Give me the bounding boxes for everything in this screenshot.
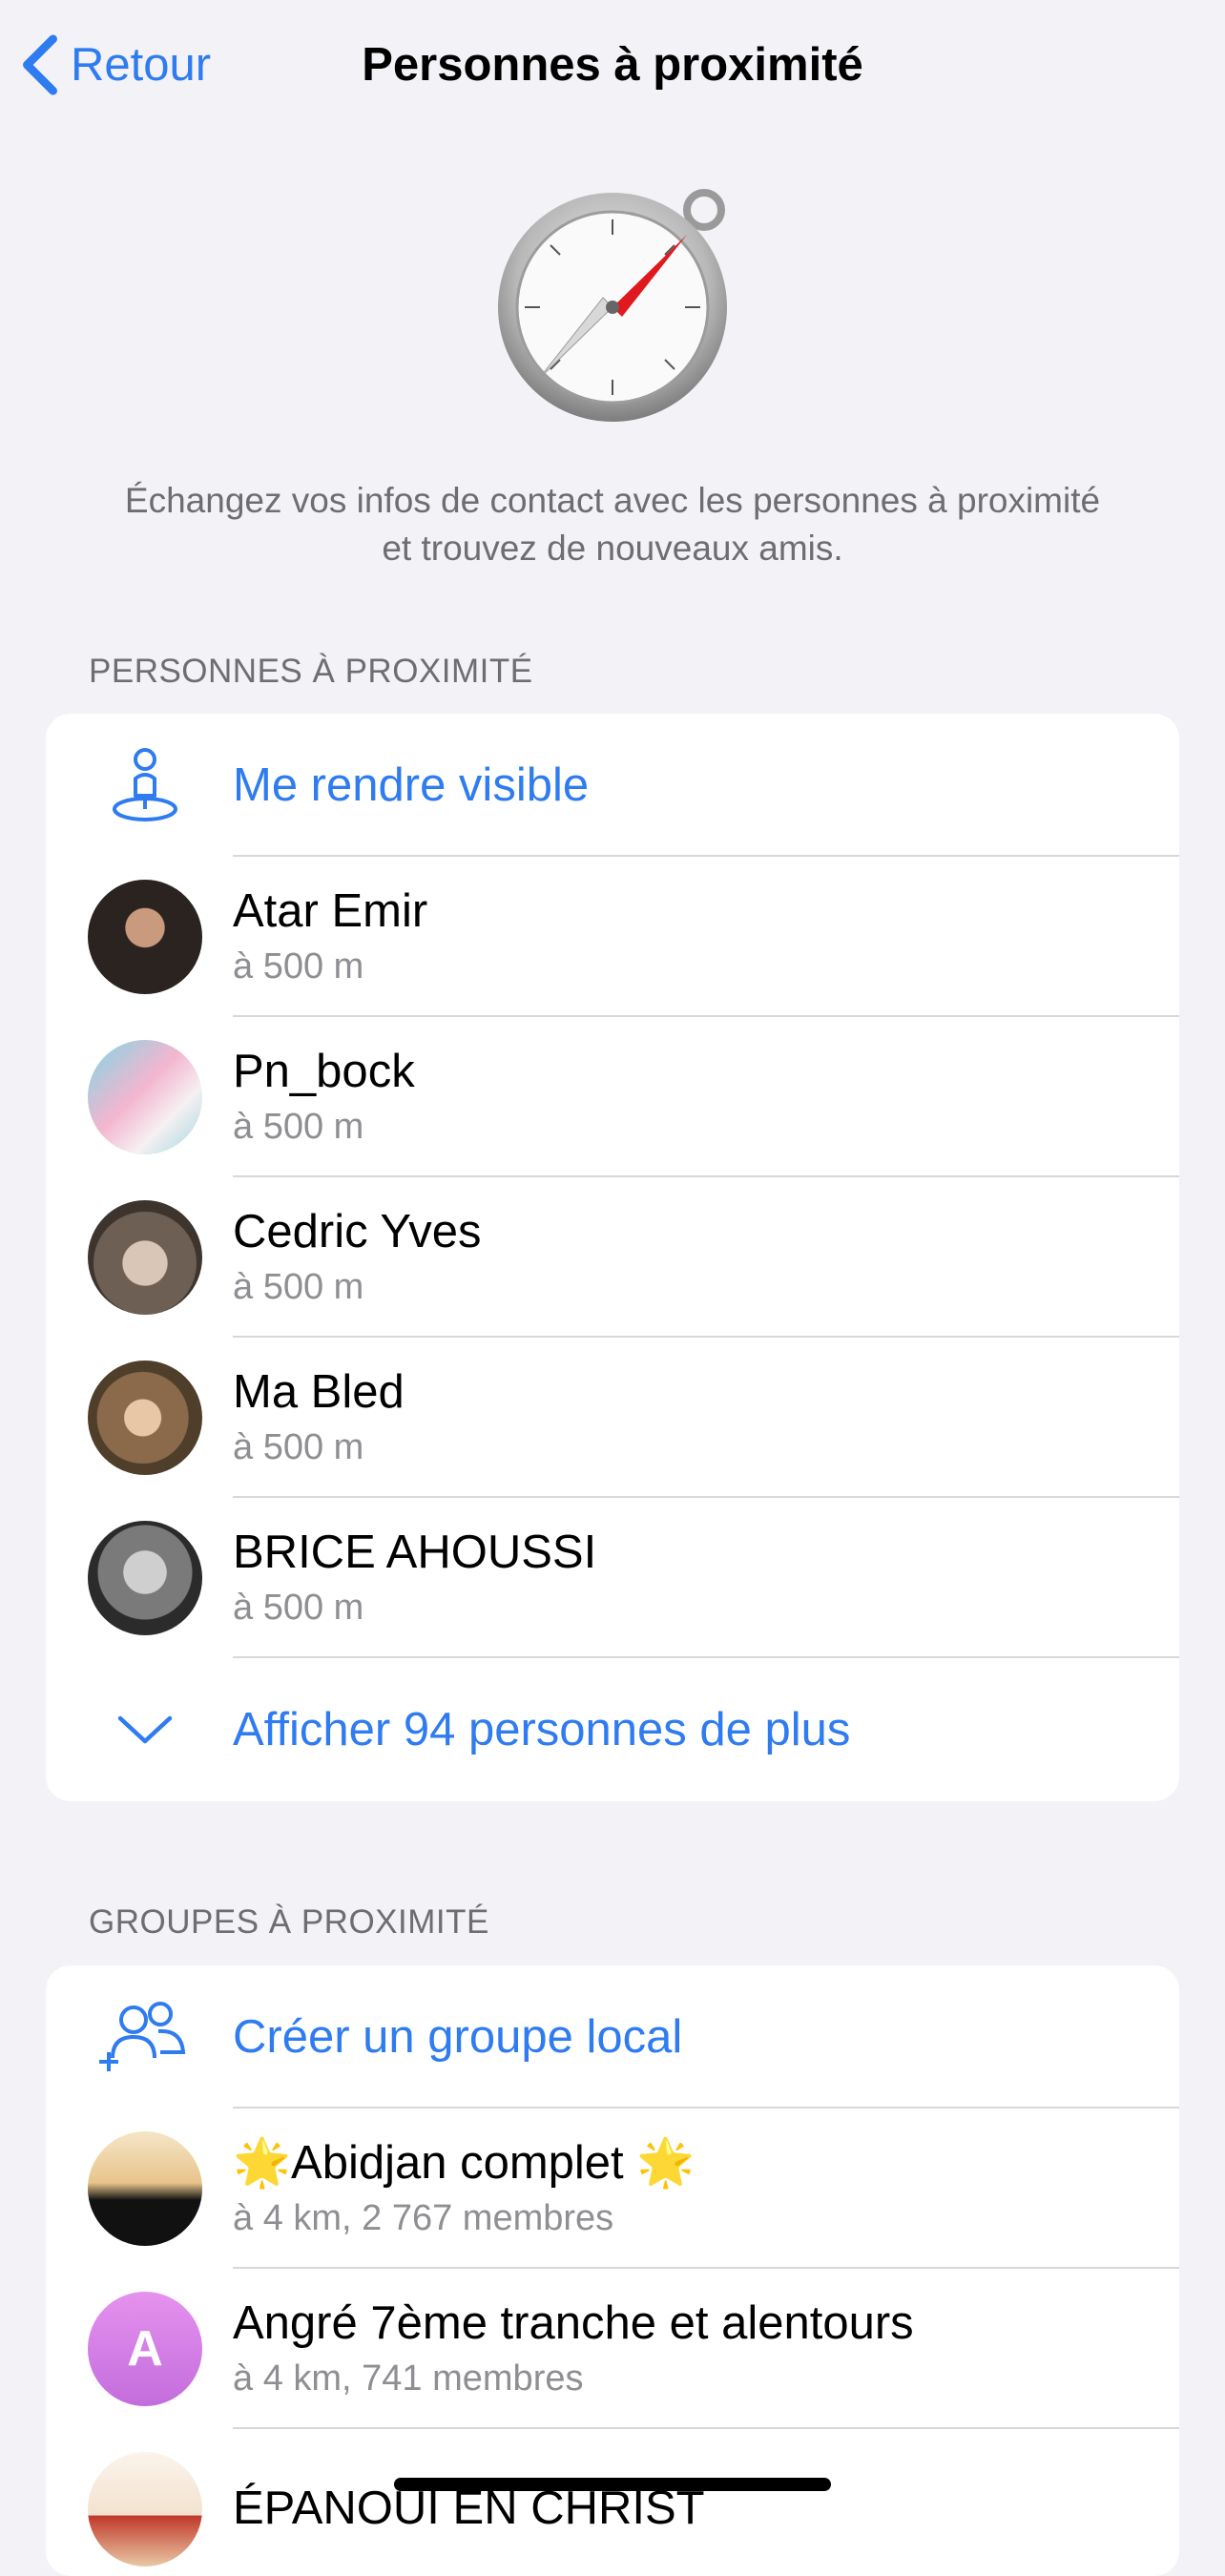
name-first: BRICE: [233, 1527, 376, 1578]
group-name: Angré 7ème tranche et alentours: [233, 2297, 914, 2349]
make-visible-label: Me rendre visible: [233, 759, 590, 811]
person-distance: à 500 m: [233, 946, 364, 987]
person-distance: à 500 m: [233, 1267, 364, 1307]
group-info: à 4 km, 2 767 membres: [233, 2198, 614, 2238]
name-first: Cedric: [233, 1206, 368, 1257]
avatar: [88, 1361, 202, 1475]
show-more-label: Afficher 94 personnes de plus: [233, 1704, 851, 1755]
icon-slot: [46, 2452, 233, 2566]
avatar: [88, 1200, 202, 1315]
icon-slot: [46, 1361, 233, 1475]
name-first: Ma Bled: [233, 1366, 405, 1418]
person-name: BRICE AHOUSSI: [233, 1524, 596, 1581]
name-first: Pn_bock: [233, 1046, 415, 1097]
text-block: 🌟Abidjan complet 🌟 à 4 km, 2 767 membres: [233, 2134, 695, 2243]
text-block: Cedric Yves à 500 m: [233, 1203, 482, 1312]
icon-slot: A: [46, 2292, 233, 2406]
person-name: Ma Bled: [233, 1363, 405, 1421]
avatar: [88, 1521, 202, 1635]
text-block: Atar Emir à 500 m: [233, 883, 427, 991]
intro-text: Échangez vos infos de contact avec les p…: [124, 481, 1101, 568]
compass-icon: [498, 189, 727, 422]
group-name: 🌟Abidjan complet 🌟: [233, 2137, 696, 2189]
icon-slot: [46, 1713, 233, 1747]
location-person-icon: [113, 748, 177, 821]
person-row[interactable]: Ma Bled à 500 m: [46, 1338, 1179, 1498]
person-distance: à 500 m: [233, 1107, 364, 1147]
icon-slot: [46, 746, 233, 824]
avatar: [88, 2131, 202, 2246]
text-block: Pn_bock à 500 m: [233, 1043, 415, 1152]
group-row[interactable]: 🌟Abidjan complet 🌟 à 4 km, 2 767 membres: [46, 2109, 1179, 2269]
icon-slot: [46, 2131, 233, 2246]
person-distance: à 500 m: [233, 1427, 364, 1467]
person-name: Cedric Yves: [233, 1203, 482, 1260]
avatar: [88, 880, 202, 994]
icon-slot: [46, 1040, 233, 1154]
chevron-down-icon: [117, 1715, 173, 1744]
icon-slot: [46, 1200, 233, 1315]
navigation-bar: Retour Personnes à proximité: [0, 0, 1225, 128]
text-block: Angré 7ème tranche et alentours à 4 km, …: [233, 2295, 914, 2403]
make-visible-button[interactable]: Me rendre visible: [46, 714, 1179, 857]
avatar: A: [88, 2292, 202, 2406]
avatar: [88, 1040, 202, 1154]
show-more-button[interactable]: Afficher 94 personnes de plus: [46, 1658, 1179, 1801]
person-name: Atar Emir: [233, 883, 427, 940]
person-row[interactable]: Cedric Yves à 500 m: [46, 1177, 1179, 1338]
person-row[interactable]: BRICE AHOUSSI à 500 m: [46, 1498, 1179, 1658]
person-distance: à 500 m: [233, 1588, 364, 1628]
person-row[interactable]: Pn_bock à 500 m: [46, 1017, 1179, 1177]
group-row[interactable]: A Angré 7ème tranche et alentours à 4 km…: [46, 2269, 1179, 2429]
icon-slot: [46, 2001, 233, 2073]
home-indicator[interactable]: [394, 2478, 831, 2491]
person-name: Pn_bock: [233, 1043, 415, 1100]
icon-slot: [46, 1521, 233, 1635]
text-block: BRICE AHOUSSI à 500 m: [233, 1524, 596, 1632]
name-rest: AHOUSSI: [375, 1527, 597, 1578]
page-title: Personnes à proximité: [362, 39, 863, 91]
name-first: Atar: [233, 885, 319, 937]
create-local-group-button[interactable]: Créer un groupe local: [46, 1965, 1179, 2109]
group-row[interactable]: ÉPANOUI EN CHRIST: [46, 2429, 1179, 2576]
people-card: Me rendre visible Atar Emir à 500 m Pn_b…: [46, 714, 1179, 1801]
groups-section-header: GROUPES À PROXIMITÉ: [89, 1903, 489, 1941]
create-local-group-label: Créer un groupe local: [233, 2011, 683, 2063]
avatar: [88, 2452, 202, 2566]
people-section-header: PERSONNES À PROXIMITÉ: [89, 653, 533, 690]
text-block: Ma Bled à 500 m: [233, 1363, 405, 1472]
add-group-icon: [99, 2002, 186, 2071]
name-rest: Emir: [318, 885, 428, 937]
person-row[interactable]: Atar Emir à 500 m: [46, 857, 1179, 1017]
name-rest: Yves: [367, 1206, 482, 1257]
group-info: à 4 km, 741 membres: [233, 2358, 584, 2399]
icon-slot: [46, 880, 233, 994]
